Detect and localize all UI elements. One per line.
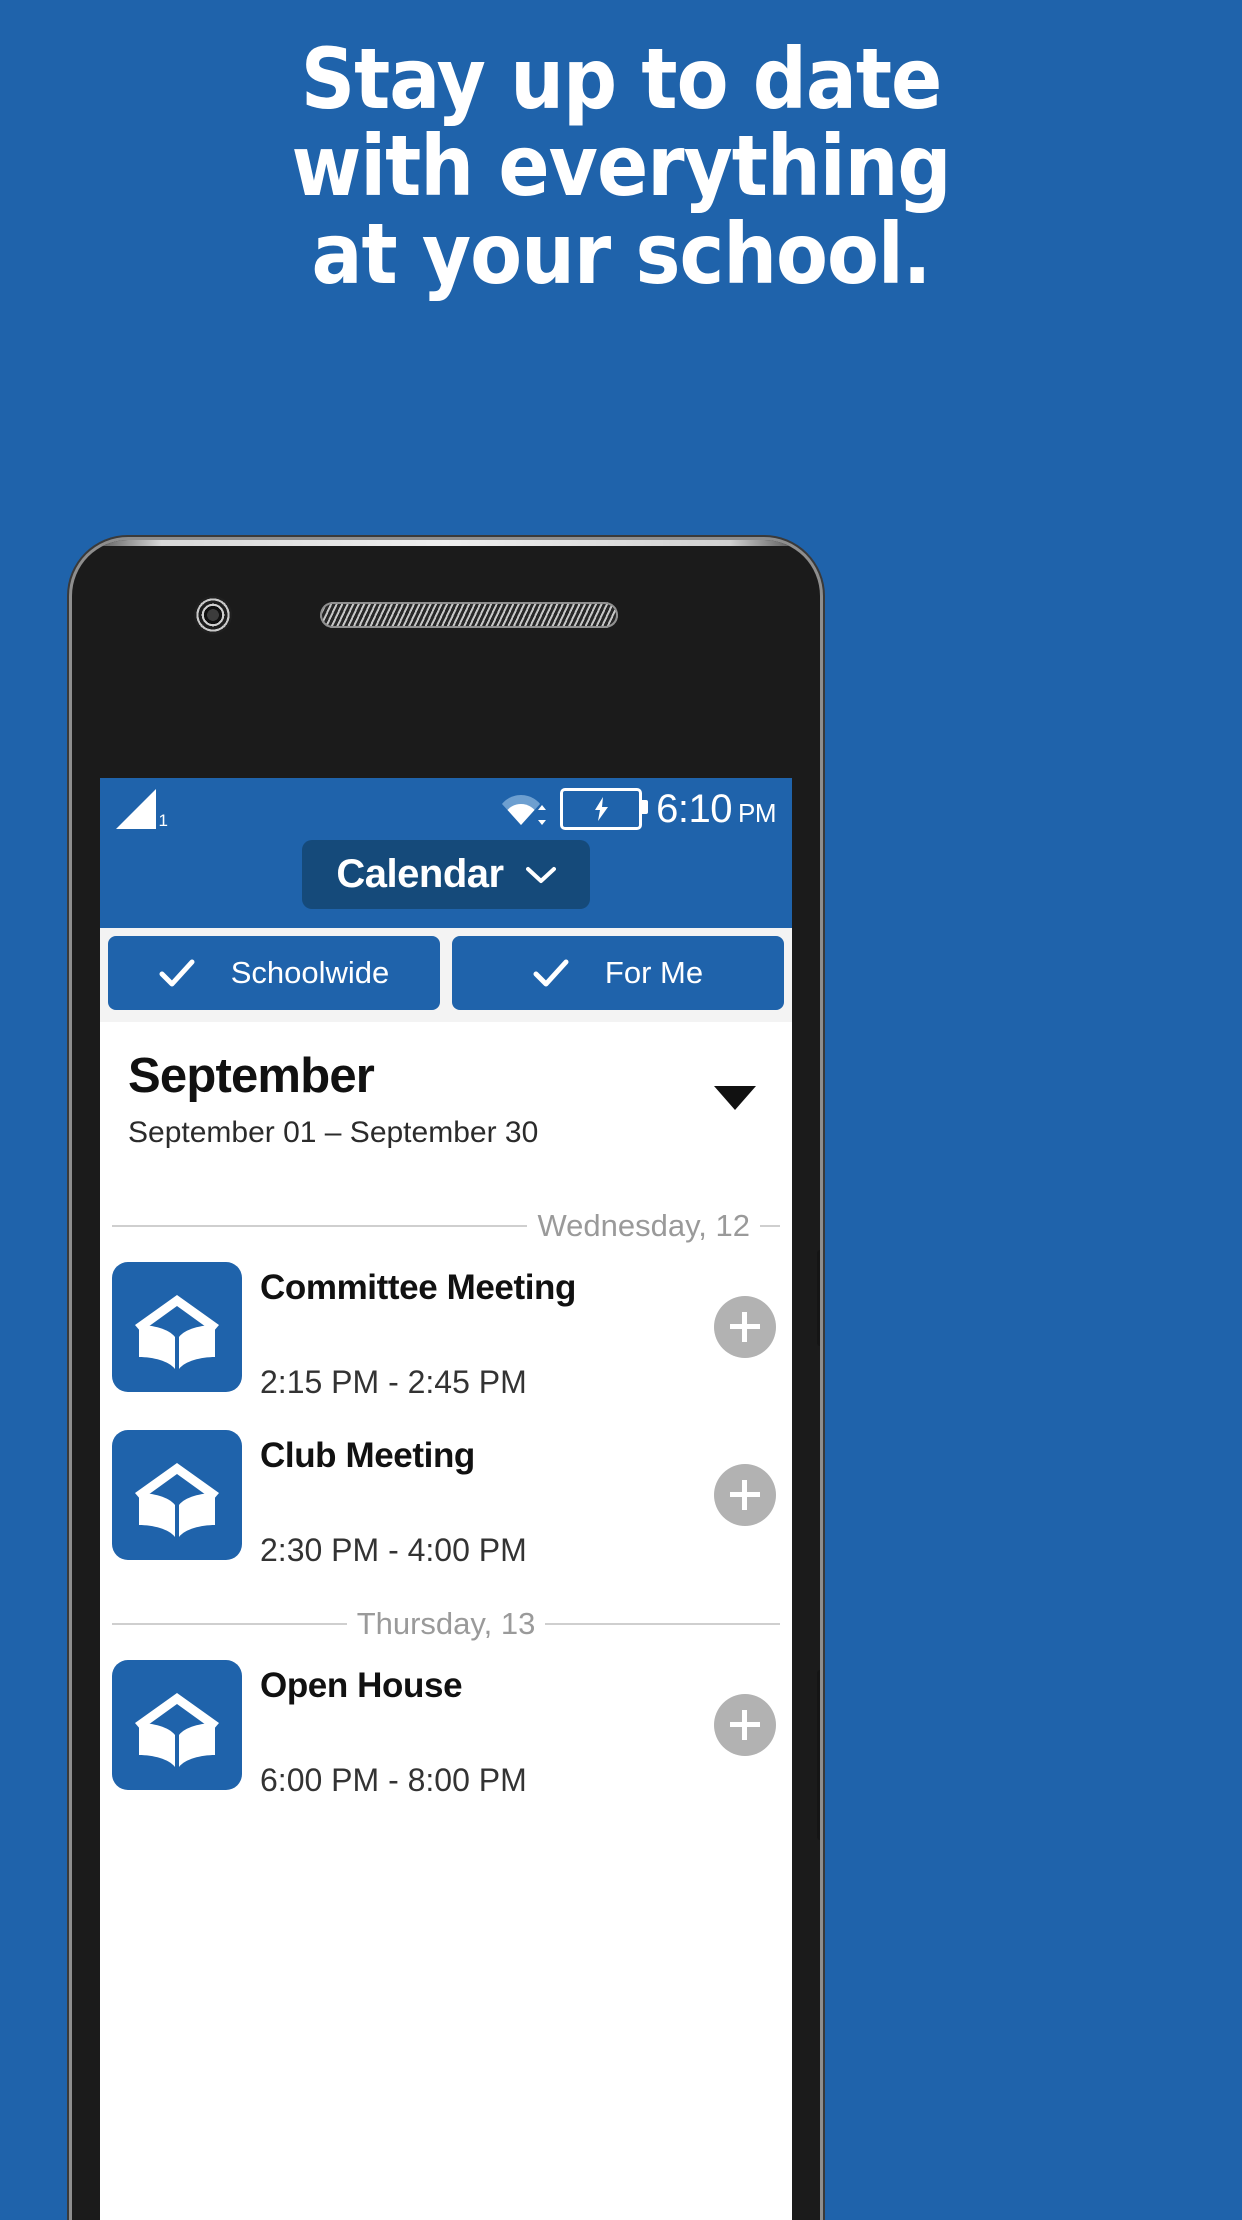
promo-headline: Stay up to date with everything at your …: [0, 30, 1242, 303]
day-label: Wednesday, 12: [537, 1208, 750, 1243]
app-title-bar: Calendar: [100, 840, 792, 928]
event-title: Club Meeting: [260, 1436, 475, 1475]
phone-mockup: 1 6:10 PM Calendar Schoolwide For Me Sep…: [72, 540, 820, 2220]
cell-signal-icon: 1: [116, 789, 168, 829]
event-title: Open House: [260, 1666, 463, 1705]
headline-line-2: with everything: [291, 117, 951, 216]
clock-time: 6:10: [656, 787, 732, 831]
phone-screen: 1 6:10 PM Calendar Schoolwide For Me Sep…: [100, 778, 792, 2220]
day-divider: Thursday, 13: [100, 1606, 792, 1642]
event-row[interactable]: Committee Meeting 2:15 PM - 2:45 PM: [100, 1244, 792, 1412]
day-divider: Wednesday, 12: [100, 1208, 792, 1244]
day-label: Thursday, 13: [356, 1606, 536, 1641]
month-date-range: September 01 – September 30: [128, 1116, 539, 1149]
event-details: Committee Meeting 2:15 PM - 2:45 PM: [242, 1262, 772, 1401]
plus-icon: [730, 1312, 760, 1342]
wifi-icon: [502, 791, 547, 827]
earpiece-speaker: [320, 602, 618, 628]
add-event-button[interactable]: [714, 1296, 776, 1358]
filter-chip-label: For Me: [604, 955, 704, 990]
event-row[interactable]: Open House 6:00 PM - 8:00 PM: [100, 1642, 792, 1810]
school-book-icon: [112, 1430, 242, 1560]
status-bar: 1 6:10 PM: [100, 778, 792, 840]
check-icon: [159, 959, 195, 987]
sim-slot-label: 1: [158, 811, 168, 830]
status-bar-clock: 6:10 PM: [656, 789, 776, 829]
divider-line: [112, 1225, 528, 1227]
divider-line: [545, 1623, 781, 1625]
month-title: September: [128, 1049, 375, 1103]
add-event-button[interactable]: [714, 1694, 776, 1756]
plus-icon: [730, 1480, 760, 1510]
divider-line: [760, 1225, 780, 1227]
app-title: Calendar: [336, 852, 504, 896]
status-bar-left: 1: [116, 789, 502, 829]
divider-line: [112, 1623, 347, 1625]
power-button[interactable]: [817, 1670, 820, 1840]
check-icon: [533, 959, 569, 987]
volume-button[interactable]: [817, 1250, 820, 1346]
event-row[interactable]: Club Meeting 2:30 PM - 4:00 PM: [100, 1412, 792, 1580]
headline-line-3: at your school.: [311, 204, 931, 303]
event-time: 6:00 PM - 8:00 PM: [260, 1762, 527, 1798]
phone-bezel-highlight: [72, 540, 820, 546]
plus-icon: [730, 1710, 760, 1740]
filter-chip-schoolwide[interactable]: Schoolwide: [108, 936, 440, 1010]
school-book-icon: [112, 1262, 242, 1392]
filter-chip-for-me[interactable]: For Me: [452, 936, 784, 1010]
calendar-dropdown-button[interactable]: Calendar: [302, 840, 590, 909]
clock-ampm: PM: [738, 798, 777, 828]
status-bar-right: 6:10 PM: [502, 788, 777, 830]
caret-down-icon[interactable]: [714, 1086, 756, 1110]
filter-chip-bar: Schoolwide For Me: [100, 928, 792, 1022]
chevron-down-icon: [525, 866, 556, 883]
event-details: Open House 6:00 PM - 8:00 PM: [242, 1660, 772, 1799]
event-title: Committee Meeting: [260, 1268, 577, 1307]
school-book-icon: [112, 1660, 242, 1790]
add-event-button[interactable]: [714, 1464, 776, 1526]
month-header[interactable]: September September 01 – September 30: [100, 1022, 792, 1150]
headline-line-1: Stay up to date: [300, 30, 943, 128]
event-time: 2:30 PM - 4:00 PM: [260, 1532, 527, 1568]
battery-charging-icon: [560, 788, 649, 830]
event-details: Club Meeting 2:30 PM - 4:00 PM: [242, 1430, 772, 1569]
filter-chip-label: Schoolwide: [230, 955, 390, 990]
event-time: 2:15 PM - 2:45 PM: [260, 1364, 527, 1400]
front-camera-icon: [194, 596, 232, 634]
